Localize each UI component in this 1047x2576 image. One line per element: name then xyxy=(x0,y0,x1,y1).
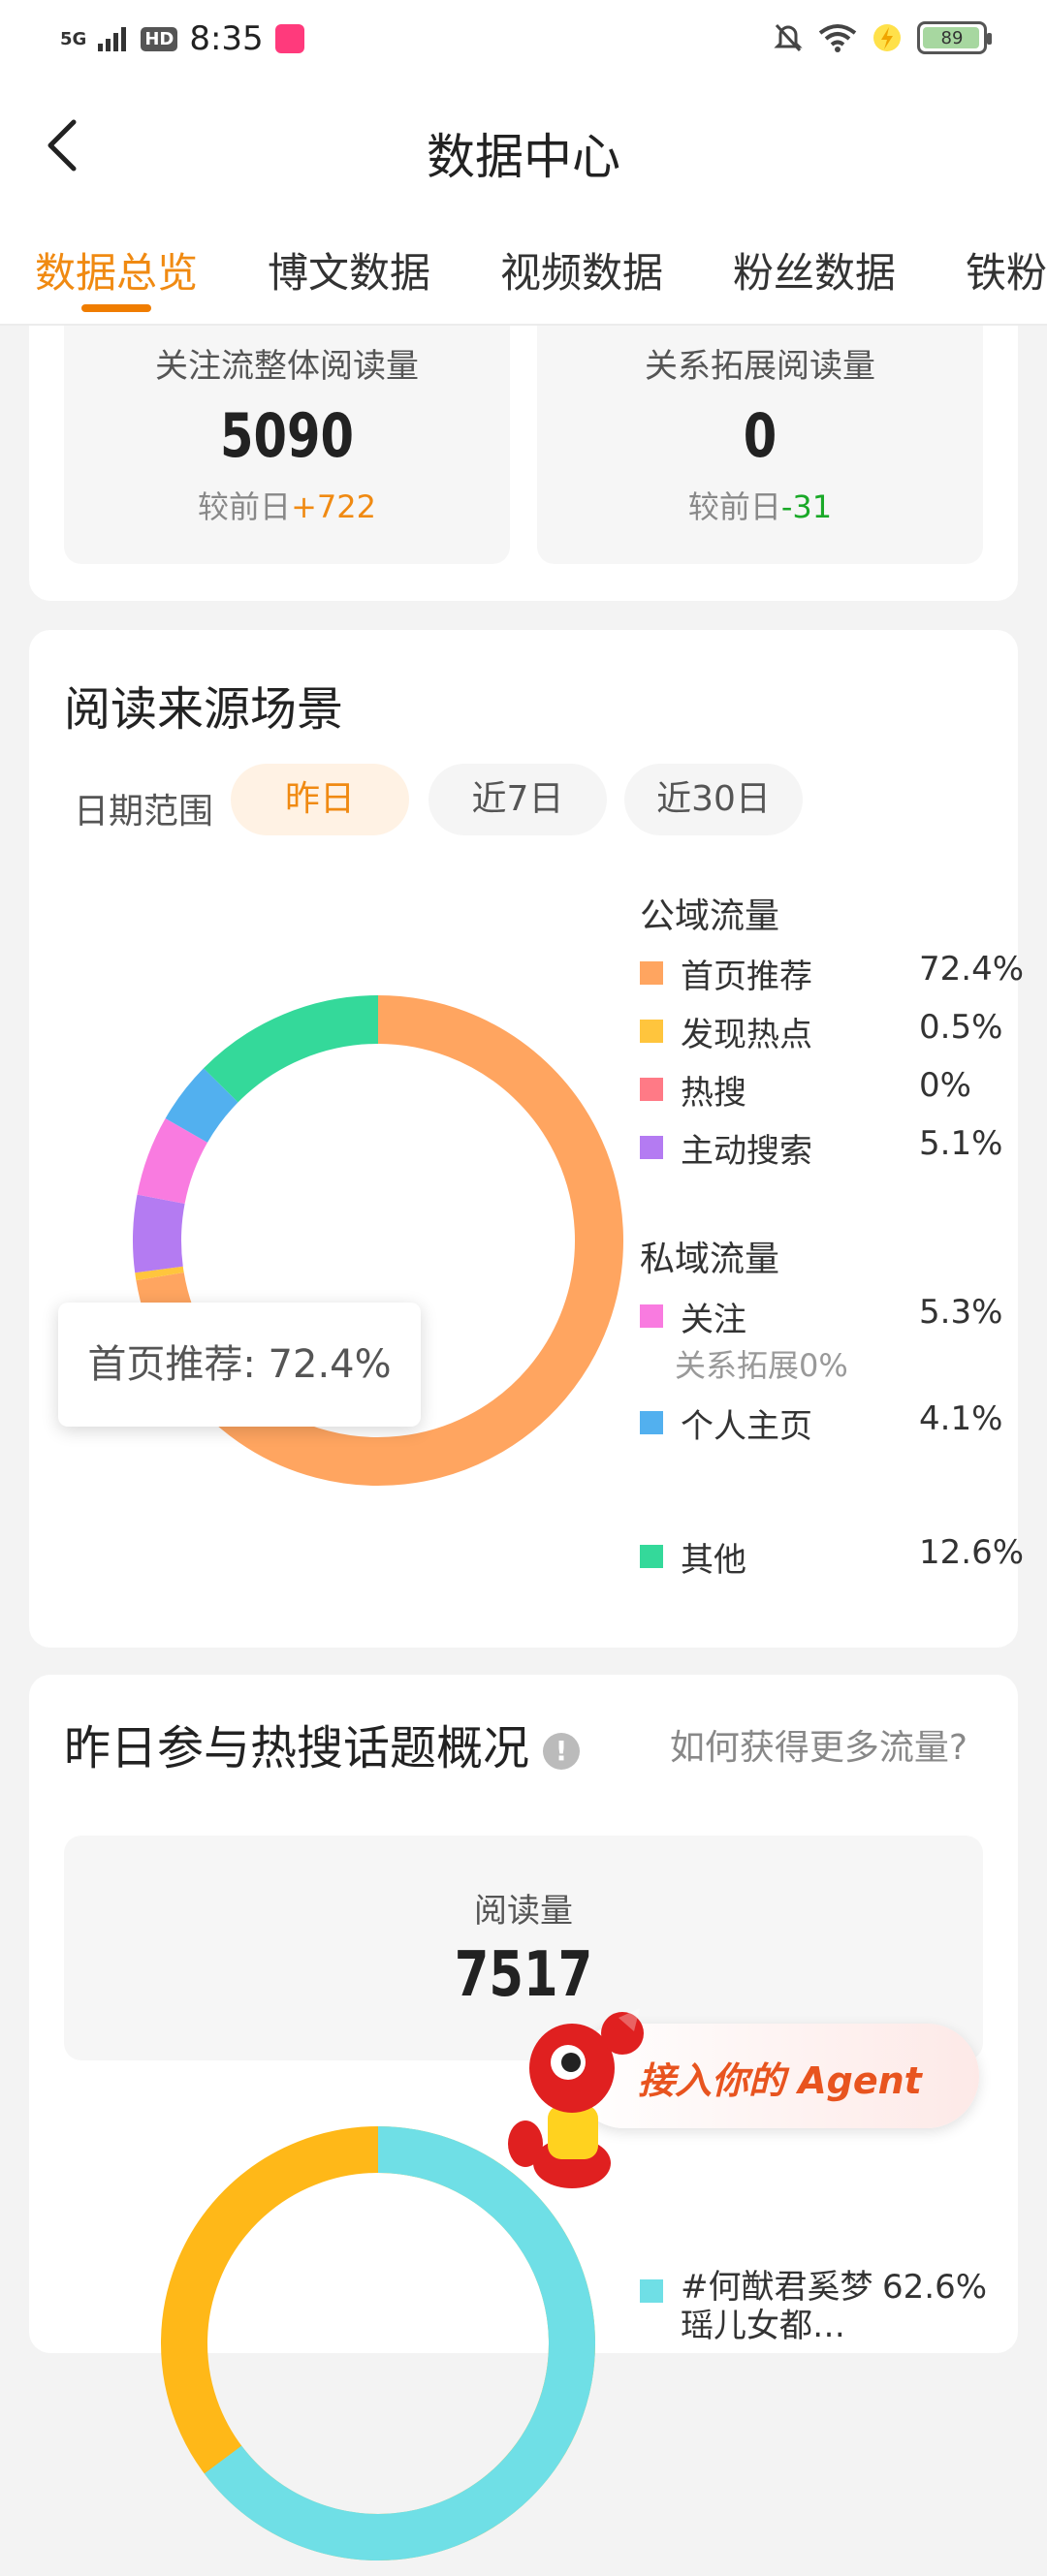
app-notification-icon xyxy=(274,24,304,53)
legend-item[interactable]: 关注 5.3% xyxy=(640,1293,1008,1341)
battery-icon: 89 xyxy=(917,21,992,54)
donut-segment xyxy=(204,2126,595,2560)
legend-item[interactable]: 个人主页 4.1% xyxy=(640,1399,1008,1448)
tab-iron-fans[interactable]: 铁粉 xyxy=(966,240,1047,299)
tab-video-data[interactable]: 视频数据 xyxy=(500,240,663,299)
legend-item[interactable]: 热搜 0% xyxy=(640,1066,1008,1115)
legend-swatch xyxy=(640,1136,663,1159)
legend-item[interactable]: 其他 12.6% xyxy=(640,1533,1024,1582)
legend-swatch xyxy=(640,1545,663,1568)
hd-badge: HD xyxy=(141,26,178,51)
source-donut-chart[interactable] xyxy=(87,950,669,1531)
legend-swatch xyxy=(640,2279,663,2303)
mascot-icon xyxy=(508,2008,644,2188)
donut-segment[interactable] xyxy=(203,995,379,1103)
relation-expand-note: 关系拓展0% xyxy=(675,1347,848,1384)
stat-delta: 较前日+722 xyxy=(198,488,376,525)
network-indicator: 5G xyxy=(60,28,87,49)
follow-read-stat[interactable]: 关注流整体阅读量 5090 较前日+722 xyxy=(64,326,510,564)
legend-swatch xyxy=(640,1304,663,1328)
active-tab-indicator xyxy=(81,304,151,312)
stat-label: 关注流整体阅读量 xyxy=(155,347,419,386)
stat-value: 5090 xyxy=(219,400,355,471)
status-bar: 5G HD 8:35 89 xyxy=(0,0,1047,81)
date-range-label: 日期范围 xyxy=(74,792,214,832)
agent-floating-button[interactable]: 接入你的 Agent xyxy=(504,1989,989,2196)
stat-value: 0 xyxy=(743,400,777,471)
agent-label: 接入你的 Agent xyxy=(638,2059,922,2102)
stat-label: 关系拓展阅读量 xyxy=(645,347,875,386)
read-label: 阅读量 xyxy=(474,1892,573,1931)
tab-weibo-data[interactable]: 博文数据 xyxy=(268,240,430,299)
range-7-days-button[interactable]: 近7日 xyxy=(428,764,607,835)
reading-source-card: 阅读来源场景 日期范围 昨日 近7日 近30日 首页推荐: 72.4% 公域流量… xyxy=(29,630,1024,1648)
legend-item[interactable]: 首页推荐 72.4% xyxy=(640,950,1024,998)
more-traffic-link[interactable]: 如何获得更多流量? xyxy=(670,1719,968,1770)
section-title: 昨日参与热搜话题概况 xyxy=(64,1721,530,1775)
range-yesterday-button[interactable]: 昨日 xyxy=(231,764,409,835)
overview-card: 关注流整体阅读量 5090 较前日+722 关系拓展阅读量 0 较前日-31 xyxy=(29,326,1018,601)
donut-segment[interactable] xyxy=(165,1068,238,1144)
donut-segment[interactable] xyxy=(133,1194,185,1273)
legend-item[interactable]: 主动搜索 5.1% xyxy=(640,1124,1008,1173)
legend-swatch xyxy=(640,1020,663,1043)
donut-segment[interactable] xyxy=(135,1266,184,1281)
chart-tooltip: 首页推荐: 72.4% xyxy=(58,1303,421,1427)
stat-delta: 较前日-31 xyxy=(687,488,833,525)
legend-swatch xyxy=(640,1078,663,1101)
mute-bell-icon xyxy=(774,23,803,52)
public-traffic-heading: 公域流量 xyxy=(640,896,780,936)
clock: 8:35 xyxy=(189,19,264,58)
relation-read-stat[interactable]: 关系拓展阅读量 0 较前日-31 xyxy=(537,326,983,564)
signal-icon xyxy=(98,27,127,51)
tab-fans-data[interactable]: 粉丝数据 xyxy=(733,240,896,299)
section-title: 阅读来源场景 xyxy=(64,682,344,737)
nav-bar: 数据中心 xyxy=(0,81,1047,207)
charging-icon xyxy=(873,24,901,51)
legend-swatch xyxy=(640,961,663,985)
wifi-icon xyxy=(818,24,857,52)
info-icon[interactable]: ! xyxy=(543,1733,580,1770)
range-30-days-button[interactable]: 近30日 xyxy=(624,764,803,835)
tab-overview[interactable]: 数据总览 xyxy=(35,240,198,299)
private-traffic-heading: 私域流量 xyxy=(640,1240,780,1279)
legend-item[interactable]: 发现热点 0.5% xyxy=(640,1008,1008,1056)
legend-swatch xyxy=(640,1411,663,1434)
page-title: 数据中心 xyxy=(427,129,620,185)
donut-segment[interactable] xyxy=(137,1117,208,1205)
tab-bar: 数据总览 博文数据 视频数据 粉丝数据 铁粉 xyxy=(0,207,1047,326)
